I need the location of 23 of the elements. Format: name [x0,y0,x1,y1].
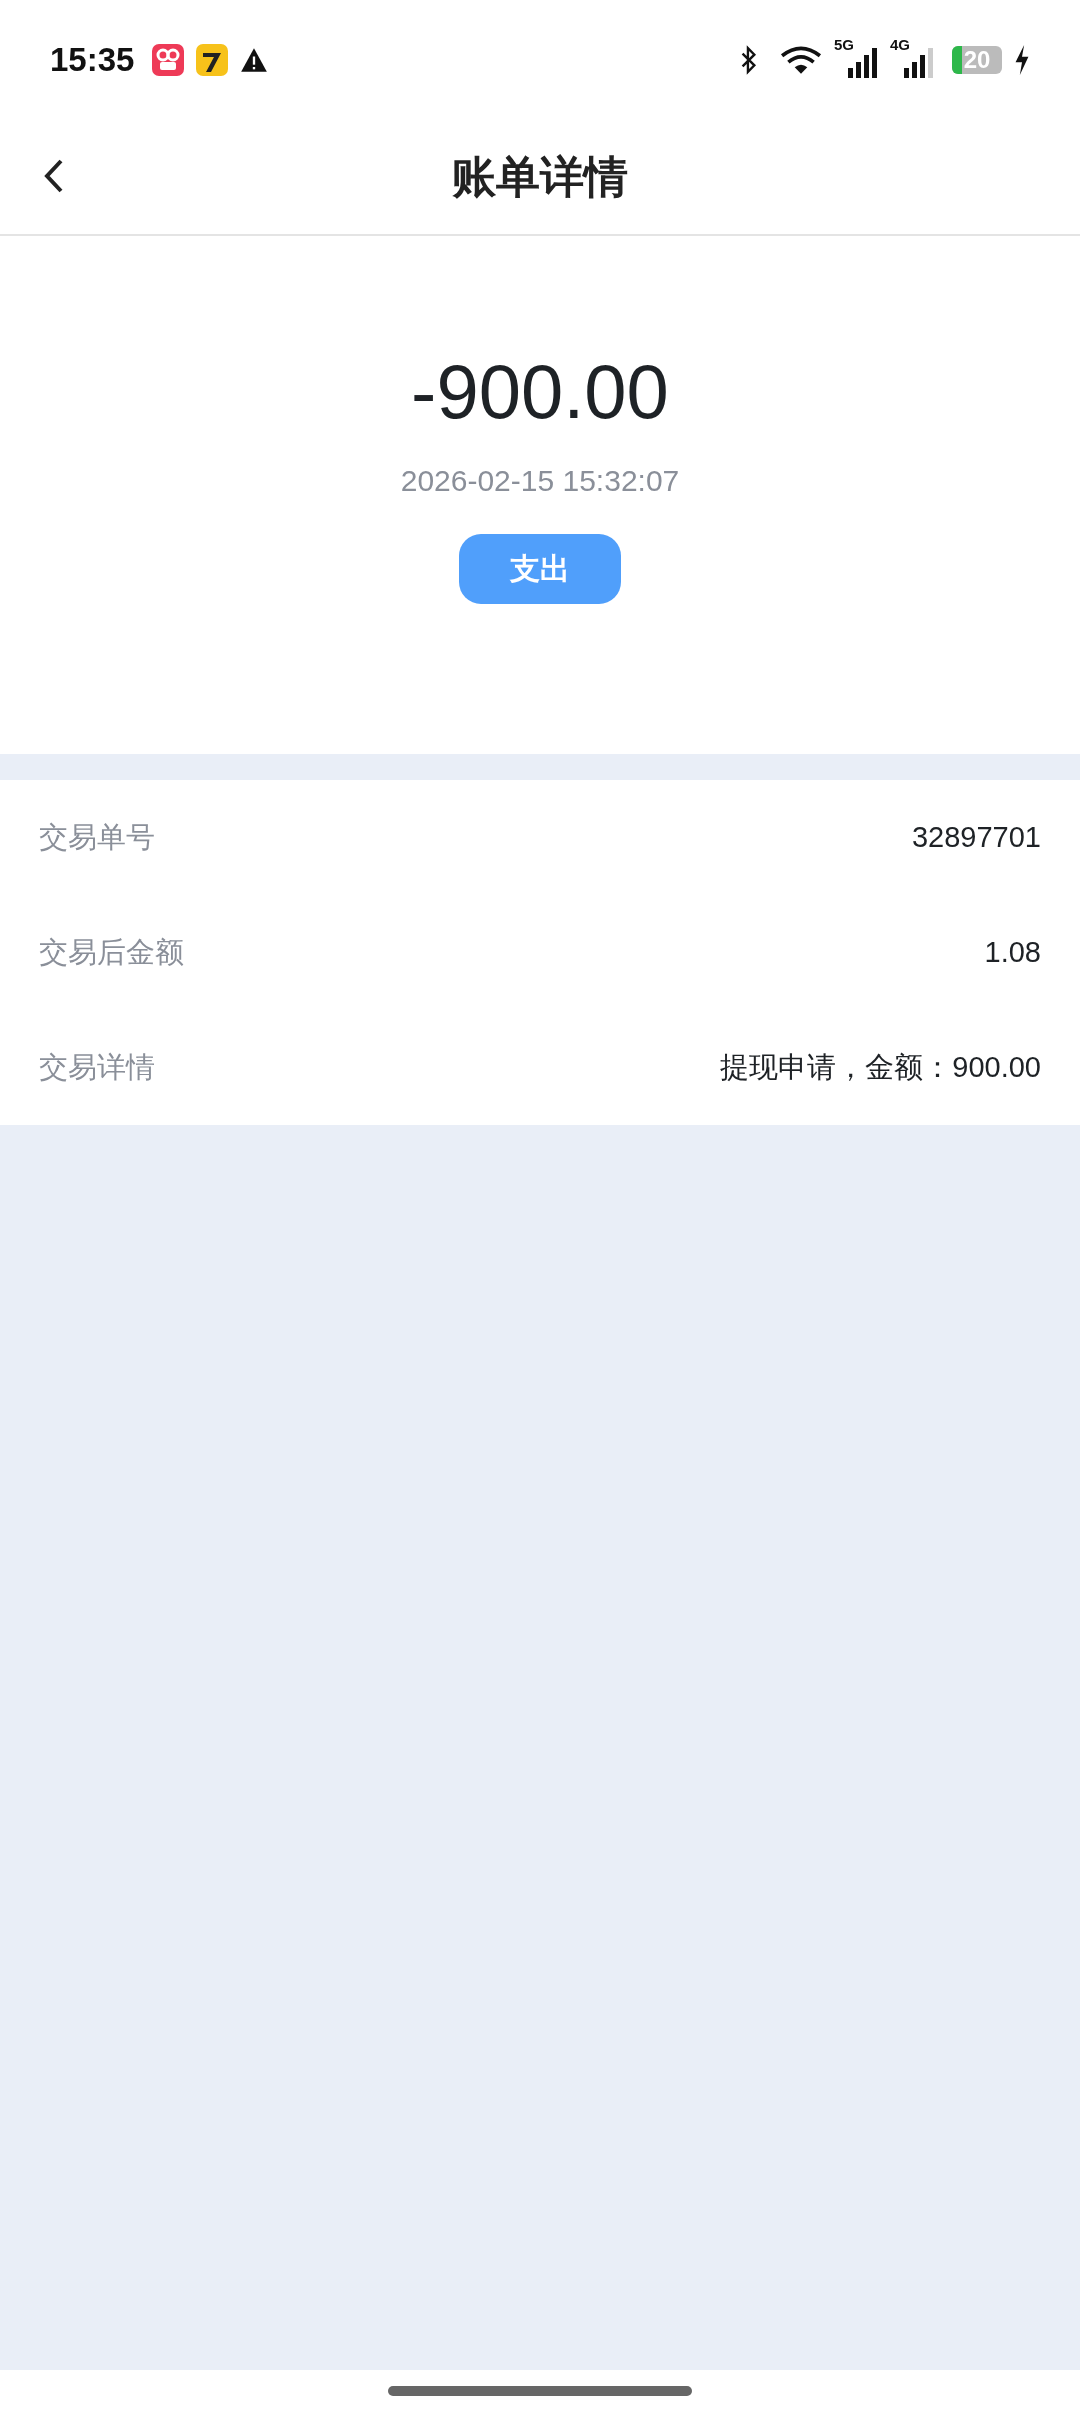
back-icon[interactable] [44,158,64,194]
detail-value: 32897701 [911,821,1041,854]
detail-label: 交易详情 [39,1049,155,1085]
charging-icon [1014,45,1030,75]
detail-label: 交易后金额 [39,934,184,970]
battery-icon: 20 [952,46,1002,74]
network-label: 5G [834,36,854,53]
network-label: 4G [890,36,910,53]
detail-value: 提现申请，金额：900.00 [720,1049,1041,1085]
amount: -900.00 [411,354,669,430]
status-time: 15:35 [50,41,135,79]
page-title: 账单详情 [452,150,628,203]
transaction-time: 2026-02-15 15:32:07 [400,464,680,498]
detail-label: 交易单号 [39,819,155,855]
bluetooth-icon [740,45,758,75]
wifi-icon [780,45,822,75]
expense-tag: 支出 [459,534,621,604]
app-icon [196,44,229,76]
app-icon [152,44,185,76]
signal-icon [904,48,934,78]
warning-icon [240,47,269,73]
signal-icon [848,48,878,78]
detail-value: 1.08 [984,936,1041,969]
